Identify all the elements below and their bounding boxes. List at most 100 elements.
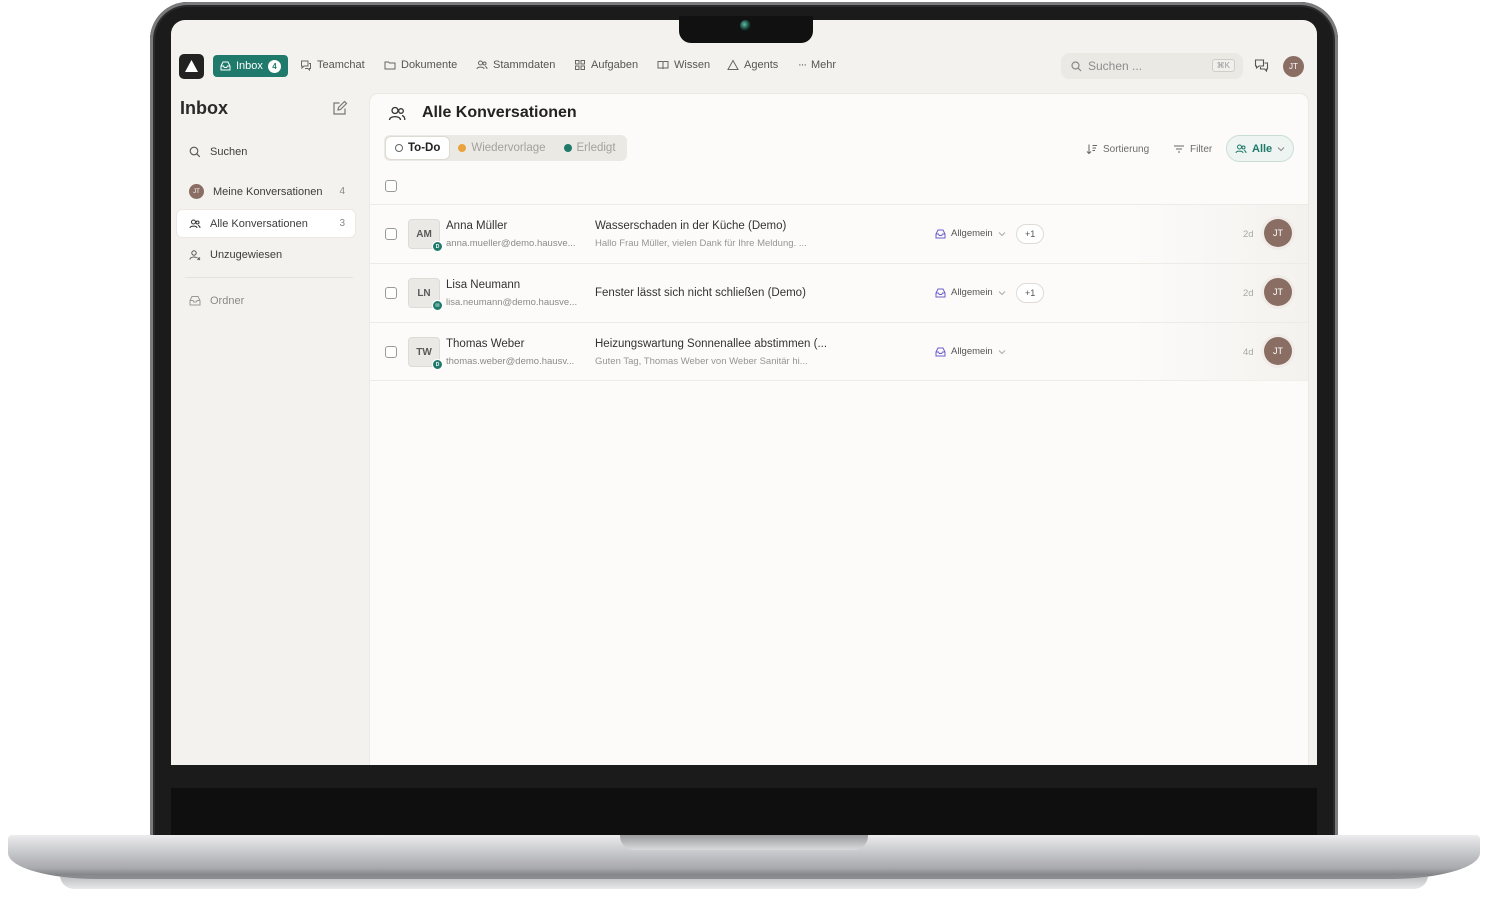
sort-icon [1086, 144, 1097, 155]
sidebar-item-unzugewiesen[interactable]: Unzugewiesen [177, 241, 355, 268]
table-row[interactable]: AM D Anna Müller anna.mueller@demo.hausv… [370, 204, 1308, 263]
select-all-checkbox[interactable] [385, 180, 397, 192]
assignee-avatar[interactable]: JT [1264, 278, 1292, 306]
nav-item-stammdaten[interactable]: Stammdaten [476, 59, 555, 71]
sidebar-item-count: 3 [339, 218, 345, 229]
open-circle-icon [395, 144, 403, 152]
app-logo[interactable] [179, 54, 204, 79]
more-tags-badge[interactable]: +1 [1016, 283, 1045, 303]
nav-item-aufgaben[interactable]: Aufgaben [574, 59, 638, 71]
nav-item-wissen[interactable]: Wissen [657, 59, 710, 71]
row-checkbox[interactable] [385, 287, 397, 299]
inbox-count-badge: 4 [267, 59, 281, 73]
scope-label: Alle [1252, 142, 1273, 155]
sort-label: Sortierung [1103, 143, 1150, 155]
search-icon [1071, 60, 1082, 71]
inbox-tag-label: Allgemein [951, 346, 993, 357]
sidebar-divider [185, 277, 353, 278]
sidebar-item-count: 4 [339, 186, 345, 197]
sidebar-item-alle-konversationen[interactable]: Alle Konversationen 3 [177, 210, 355, 237]
clock-dot-icon [458, 144, 467, 152]
sidebar-item-ordner[interactable]: Ordner [177, 287, 355, 314]
inbox-icon [220, 61, 231, 71]
sidebar-search-label: Suchen [210, 145, 248, 158]
conversation-panel: Alle Konversationen To-Do Wiedervorlage … [370, 94, 1308, 765]
table-row[interactable]: LN ✉ Lisa Neumann lisa.neumann@demo.haus… [370, 263, 1308, 322]
tab-wiedervorlage[interactable]: Wiedervorlage [449, 137, 554, 159]
sidebar-item-meine-konversationen[interactable]: JT Meine Konversationen 4 [177, 178, 355, 205]
search-shortcut: ⌘K [1211, 59, 1235, 72]
conversation-subject: Heizungswartung Sonnenallee abstimmen (.… [595, 338, 828, 350]
sidebar-item-label: Alle Konversationen [210, 217, 308, 230]
screen-bezel [171, 788, 1317, 836]
table-row[interactable]: TW D Thomas Weber thomas.weber@demo.haus… [370, 322, 1308, 381]
page-title: Alle Konversationen [422, 104, 577, 121]
avatar: JT [189, 184, 204, 199]
contact-avatar: AM D [408, 219, 443, 252]
assignee-avatar[interactable]: JT [1264, 219, 1292, 247]
more-icon: ··· [798, 59, 807, 71]
inbox-tag-dropdown[interactable]: Allgemein [935, 287, 1006, 298]
scope-dropdown[interactable]: Alle [1226, 135, 1294, 162]
compose-icon[interactable] [332, 100, 348, 121]
filter-label: Filter [1190, 143, 1213, 155]
inbox-tag-label: Allgemein [951, 228, 993, 239]
camera-notch [679, 16, 813, 43]
contact-email: anna.mueller@demo.hausve... [446, 238, 576, 249]
filter-icon [1174, 145, 1184, 153]
camera-icon [740, 20, 751, 31]
nav-item-dokumente[interactable]: Dokumente [384, 59, 457, 71]
inbox-icon [935, 288, 946, 297]
inbox-sidebar: Inbox Suchen JT Meine Konversationen 4 A… [171, 87, 369, 765]
chevron-down-icon [1277, 146, 1285, 151]
user-avatar[interactable]: JT [1283, 56, 1304, 77]
laptop-base-shadow [60, 875, 1428, 889]
status-tabs: To-Do Wiedervorlage Erledigt [384, 135, 627, 161]
conversation-age: 4d [1243, 347, 1254, 358]
sidebar-search[interactable]: Suchen [177, 138, 355, 165]
contact-avatar: LN ✉ [408, 278, 443, 311]
nav-item-teamchat[interactable]: Teamchat [300, 59, 365, 71]
chevron-down-icon [998, 231, 1006, 236]
contact-initials: TW [416, 346, 432, 358]
more-tags-badge[interactable]: +1 [1016, 224, 1045, 244]
assignee-avatar[interactable]: JT [1264, 337, 1292, 365]
top-navigation: Inbox 4 Teamchat Dokumente Stammdaten Au… [171, 47, 1317, 87]
row-checkbox[interactable] [385, 228, 397, 240]
user-unassigned-icon [189, 249, 201, 260]
chevron-down-icon [998, 290, 1006, 295]
messages-icon[interactable] [1254, 58, 1269, 78]
sort-button[interactable]: Sortierung [1086, 143, 1149, 155]
nav-item-label: Agents [744, 59, 779, 71]
contact-email: lisa.neumann@demo.hausve... [446, 297, 578, 308]
nav-item-label: Mehr [811, 59, 837, 71]
nav-inbox-button[interactable]: Inbox 4 [213, 55, 288, 77]
inbox-tag-dropdown[interactable]: Allgemein [935, 228, 1006, 239]
users-icon [388, 106, 406, 121]
tab-erledigt[interactable]: Erledigt [555, 137, 625, 159]
nav-inbox-label: Inbox [236, 60, 263, 72]
check-circle-icon [563, 144, 572, 152]
inbox-icon [935, 347, 946, 356]
inbox-tag-dropdown[interactable]: Allgemein [935, 346, 1006, 357]
inbox-icon [935, 229, 946, 238]
grid-icon [575, 60, 585, 70]
nav-item-label: Aufgaben [591, 59, 639, 71]
folder-icon [384, 61, 396, 70]
tab-to-do[interactable]: To-Do [386, 137, 450, 159]
contact-name: Anna Müller [446, 220, 508, 232]
sidebar-item-label: Ordner [210, 294, 245, 307]
row-checkbox[interactable] [385, 346, 397, 358]
nav-item-mehr[interactable]: ··· Mehr [798, 59, 836, 71]
sidebar-title: Inbox [180, 98, 228, 118]
nav-item-agents[interactable]: Agents [727, 59, 778, 71]
users-icon [476, 60, 488, 70]
contact-avatar: TW D [408, 337, 443, 370]
users-icon [1235, 144, 1247, 153]
channel-badge-icon: ✉ [432, 300, 443, 311]
channel-badge-icon: D [432, 241, 443, 252]
conversation-subject: Wasserschaden in der Küche (Demo) [595, 220, 787, 232]
nav-item-label: Stammdaten [493, 59, 556, 71]
filter-button[interactable]: Filter [1173, 143, 1212, 155]
global-search-input[interactable]: Suchen ... ⌘K [1061, 53, 1243, 79]
